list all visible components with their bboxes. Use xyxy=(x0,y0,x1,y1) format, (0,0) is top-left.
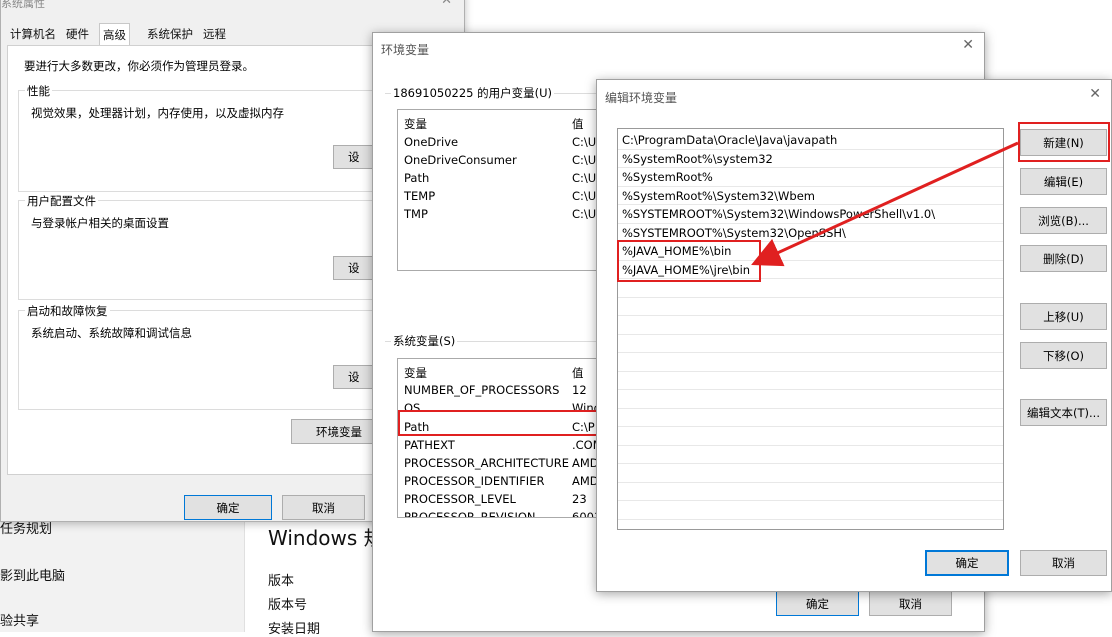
annotation-arrow xyxy=(751,141,1019,267)
